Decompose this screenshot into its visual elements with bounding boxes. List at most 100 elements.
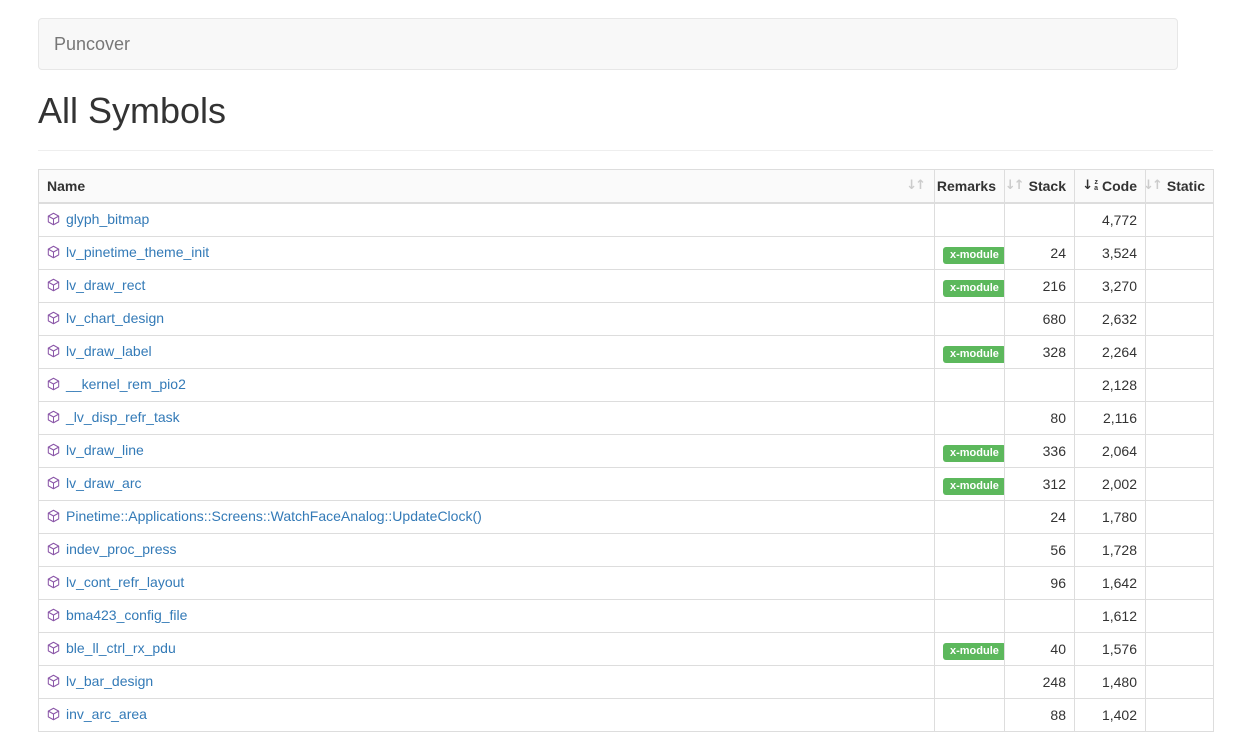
code-cell: 1,780	[1075, 501, 1146, 534]
remarks-cell	[935, 534, 1005, 567]
code-cell: 1,402	[1075, 699, 1146, 732]
page-container: Puncover All Symbols Name ↓↑ Remarks	[38, 18, 1260, 732]
symbol-name-cell: lv_cont_refr_layout	[39, 567, 935, 600]
stack-cell: 40	[1005, 633, 1075, 666]
symbol-name-cell: lv_draw_line	[39, 435, 935, 468]
x-module-badge: x-module	[943, 247, 1005, 264]
table-row: indev_proc_press561,728	[39, 534, 1214, 567]
symbols-table-body: glyph_bitmap4,772lv_pinetime_theme_initx…	[39, 203, 1214, 732]
package-cube-icon	[47, 409, 60, 429]
symbol-name-cell: lv_pinetime_theme_init	[39, 237, 935, 270]
symbol-link[interactable]: lv_pinetime_theme_init	[66, 244, 209, 260]
table-row: lv_pinetime_theme_initx-module243,524	[39, 237, 1214, 270]
stack-cell: 24	[1005, 501, 1075, 534]
package-cube-icon	[47, 574, 60, 594]
package-cube-icon	[47, 277, 60, 297]
package-cube-icon	[47, 211, 60, 231]
package-cube-icon	[47, 508, 60, 528]
static-cell	[1146, 303, 1214, 336]
remarks-cell	[935, 369, 1005, 402]
table-row: ble_ll_ctrl_rx_pdu x-module401,576	[39, 633, 1214, 666]
symbol-name-cell: indev_proc_press	[39, 534, 935, 567]
code-cell: 2,064	[1075, 435, 1146, 468]
package-cube-icon	[47, 442, 60, 462]
symbol-link[interactable]: lv_draw_rect	[66, 277, 145, 293]
symbol-name-cell: _lv_disp_refr_task	[39, 402, 935, 435]
column-label-remarks: Remarks	[937, 176, 996, 196]
symbol-link[interactable]: __kernel_rem_pio2	[66, 376, 186, 392]
remarks-cell: x-module	[935, 336, 1005, 369]
static-cell	[1146, 633, 1214, 666]
symbol-name-cell: lv_chart_design	[39, 303, 935, 336]
stack-cell: 80	[1005, 402, 1075, 435]
code-cell: 2,264	[1075, 336, 1146, 369]
symbol-link[interactable]: lv_chart_design	[66, 310, 164, 326]
symbol-link[interactable]: inv_arc_area	[66, 706, 147, 722]
symbols-table: Name ↓↑ Remarks ↓↑ Stack	[38, 169, 1214, 732]
code-cell: 1,612	[1075, 600, 1146, 633]
table-row: lv_cont_refr_layout 961,642	[39, 567, 1214, 600]
symbol-link[interactable]: lv_draw_line	[66, 442, 144, 458]
static-cell	[1146, 369, 1214, 402]
symbol-link[interactable]: lv_draw_arc	[66, 475, 141, 491]
symbol-name-cell: Pinetime::Applications::Screens::WatchFa…	[39, 501, 935, 534]
column-label-code: Code	[1102, 176, 1137, 196]
remarks-cell	[935, 699, 1005, 732]
static-cell	[1146, 237, 1214, 270]
package-cube-icon	[47, 541, 60, 561]
stack-cell: 336	[1005, 435, 1075, 468]
column-header-static[interactable]: ↓↑ Static	[1146, 170, 1214, 204]
table-row: lv_draw_line x-module3362,064	[39, 435, 1214, 468]
symbol-name-cell: bma423_config_file	[39, 600, 935, 633]
stack-cell	[1005, 369, 1075, 402]
sort-icon: ↓↑	[1146, 176, 1163, 196]
remarks-cell	[935, 501, 1005, 534]
remarks-cell	[935, 303, 1005, 336]
symbol-link[interactable]: lv_draw_label	[66, 343, 152, 359]
heading-divider	[38, 150, 1213, 151]
column-header-stack[interactable]: ↓↑ Stack	[1005, 170, 1075, 204]
code-cell: 1,576	[1075, 633, 1146, 666]
code-cell: 1,642	[1075, 567, 1146, 600]
column-header-name[interactable]: Name ↓↑	[39, 170, 935, 204]
stack-cell: 96	[1005, 567, 1075, 600]
static-cell	[1146, 534, 1214, 567]
table-row: __kernel_rem_pio22,128	[39, 369, 1214, 402]
static-cell	[1146, 501, 1214, 534]
symbol-link[interactable]: ble_ll_ctrl_rx_pdu	[66, 640, 176, 656]
symbol-name-cell: ble_ll_ctrl_rx_pdu	[39, 633, 935, 666]
remarks-cell: x-module	[935, 633, 1005, 666]
symbol-name-cell: glyph_bitmap	[39, 203, 935, 237]
stack-cell: 328	[1005, 336, 1075, 369]
header-row: Name ↓↑ Remarks ↓↑ Stack	[39, 170, 1214, 204]
sort-icon: ↓↑	[1005, 176, 1025, 196]
symbol-link[interactable]: lv_bar_design	[66, 673, 153, 689]
package-cube-icon	[47, 475, 60, 495]
symbol-name-cell: lv_draw_label	[39, 336, 935, 369]
table-row: lv_draw_label x-module3282,264	[39, 336, 1214, 369]
symbol-link[interactable]: Pinetime::Applications::Screens::WatchFa…	[66, 508, 482, 524]
table-row: inv_arc_area881,402	[39, 699, 1214, 732]
column-label-name: Name	[47, 176, 85, 196]
remarks-cell: x-module	[935, 468, 1005, 501]
symbol-link[interactable]: glyph_bitmap	[66, 211, 149, 227]
symbol-link[interactable]: lv_cont_refr_layout	[66, 574, 184, 590]
code-cell: 3,270	[1075, 270, 1146, 303]
package-cube-icon	[47, 673, 60, 693]
symbol-link[interactable]: _lv_disp_refr_task	[66, 409, 180, 425]
code-cell: 3,524	[1075, 237, 1146, 270]
page-title: All Symbols	[38, 90, 1260, 131]
symbol-link[interactable]: indev_proc_press	[66, 541, 177, 557]
navbar-brand-link[interactable]: Puncover	[39, 34, 145, 55]
symbol-link[interactable]: bma423_config_file	[66, 607, 187, 623]
table-row: bma423_config_file 1,612	[39, 600, 1214, 633]
stack-cell: 680	[1005, 303, 1075, 336]
sort-icon: ↓↑	[906, 176, 926, 196]
column-header-code[interactable]: ↓ z a Code	[1075, 170, 1146, 204]
symbol-name-cell: lv_draw_arc	[39, 468, 935, 501]
x-module-badge: x-module	[943, 445, 1005, 462]
stack-cell: 216	[1005, 270, 1075, 303]
column-header-remarks[interactable]: Remarks	[935, 170, 1005, 204]
sort-desc-icon: ↓ z a	[1082, 176, 1098, 196]
table-row: lv_draw_arcx-module3122,002	[39, 468, 1214, 501]
